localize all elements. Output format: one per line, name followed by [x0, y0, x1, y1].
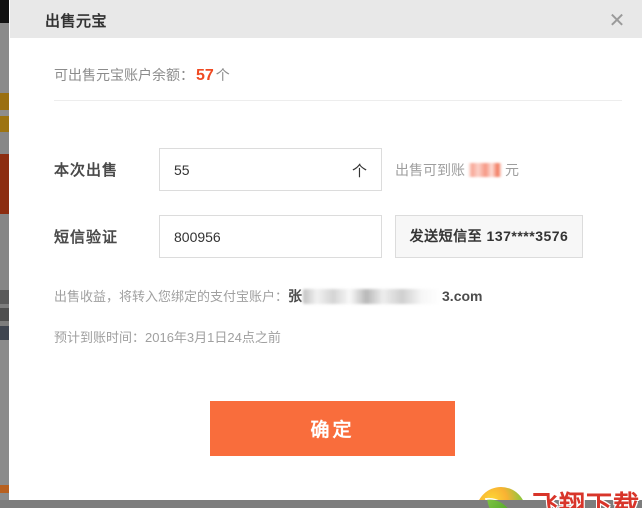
sell-amount-input-wrap[interactable]: 个	[159, 148, 382, 191]
screen-root: 出售元宝 ✕ 可出售元宝账户余额：57个 本次出售 个 出售可到账元	[0, 0, 642, 508]
bg-seg	[0, 154, 9, 214]
bg-seg	[0, 116, 9, 132]
sell-proceeds-prefix: 出售可到账	[395, 162, 465, 178]
background-page-sliver	[0, 0, 9, 508]
sms-verify-label: 短信验证	[54, 229, 119, 246]
arrival-time-value: 2016年3月1日24点之前	[145, 330, 281, 345]
alipay-note-prefix: 出售收益，将转入您绑定的支付宝账户：	[54, 289, 289, 304]
bg-seg	[0, 290, 9, 304]
send-sms-button[interactable]: 发送短信至 137****3576	[395, 215, 583, 258]
arrival-time-label: 预计到账时间：	[54, 330, 146, 345]
bg-seg	[0, 214, 9, 290]
bg-seg	[0, 340, 9, 485]
sell-amount-label: 本次出售	[54, 162, 119, 179]
bg-seg	[0, 326, 9, 340]
sell-amount-row: 本次出售 个 出售可到账 元	[10, 148, 642, 192]
sell-proceeds-unit: 元	[505, 162, 519, 178]
dialog-body: 可出售元宝账户余额：57个 本次出售 个 出售可到账元 短信验证	[10, 38, 642, 508]
alipay-account-note: 出售收益，将转入您绑定的支付宝账户：张 3.com	[54, 286, 482, 306]
bg-seg	[0, 485, 9, 493]
bg-seg	[0, 132, 9, 154]
sms-code-input-wrap[interactable]	[159, 215, 382, 258]
sms-code-input[interactable]	[160, 216, 340, 257]
arrival-time-note: 预计到账时间：2016年3月1日24点之前	[54, 327, 281, 346]
dialog-header: 出售元宝 ✕	[10, 0, 642, 38]
sell-proceeds-redacted-value	[468, 163, 502, 177]
alipay-account-redacted	[303, 289, 442, 304]
bg-seg	[0, 308, 9, 321]
confirm-button[interactable]: 确定	[210, 401, 455, 456]
close-icon[interactable]: ✕	[604, 7, 630, 33]
watermark-brand: 飞翔下载	[532, 490, 641, 508]
sell-ingot-dialog: 出售元宝 ✕ 可出售元宝账户余额：57个 本次出售 个 出售可到账元	[9, 0, 642, 508]
bg-seg	[0, 0, 9, 23]
balance-row: 可出售元宝账户余额： 57 个	[54, 65, 230, 85]
sell-amount-unit: 个	[351, 163, 367, 180]
sell-amount-input[interactable]	[160, 149, 340, 190]
bg-seg	[0, 23, 9, 93]
site-watermark: feixiang.net 飞翔下载 www.52z.com	[476, 483, 642, 508]
dialog-title: 出售元宝	[45, 13, 108, 30]
balance-value: 57	[196, 67, 214, 84]
alipay-account-tail: 3.com	[442, 288, 483, 304]
sms-verify-row: 短信验证 发送短信至 137****3576	[10, 215, 642, 259]
alipay-account-name: 张	[288, 288, 303, 304]
balance-label: 可出售元宝账户余额：	[54, 67, 194, 83]
header-divider	[54, 100, 622, 101]
sell-proceeds-hint: 出售可到账 元	[395, 160, 519, 180]
balance-unit: 个	[215, 67, 230, 83]
bg-seg	[0, 93, 9, 110]
